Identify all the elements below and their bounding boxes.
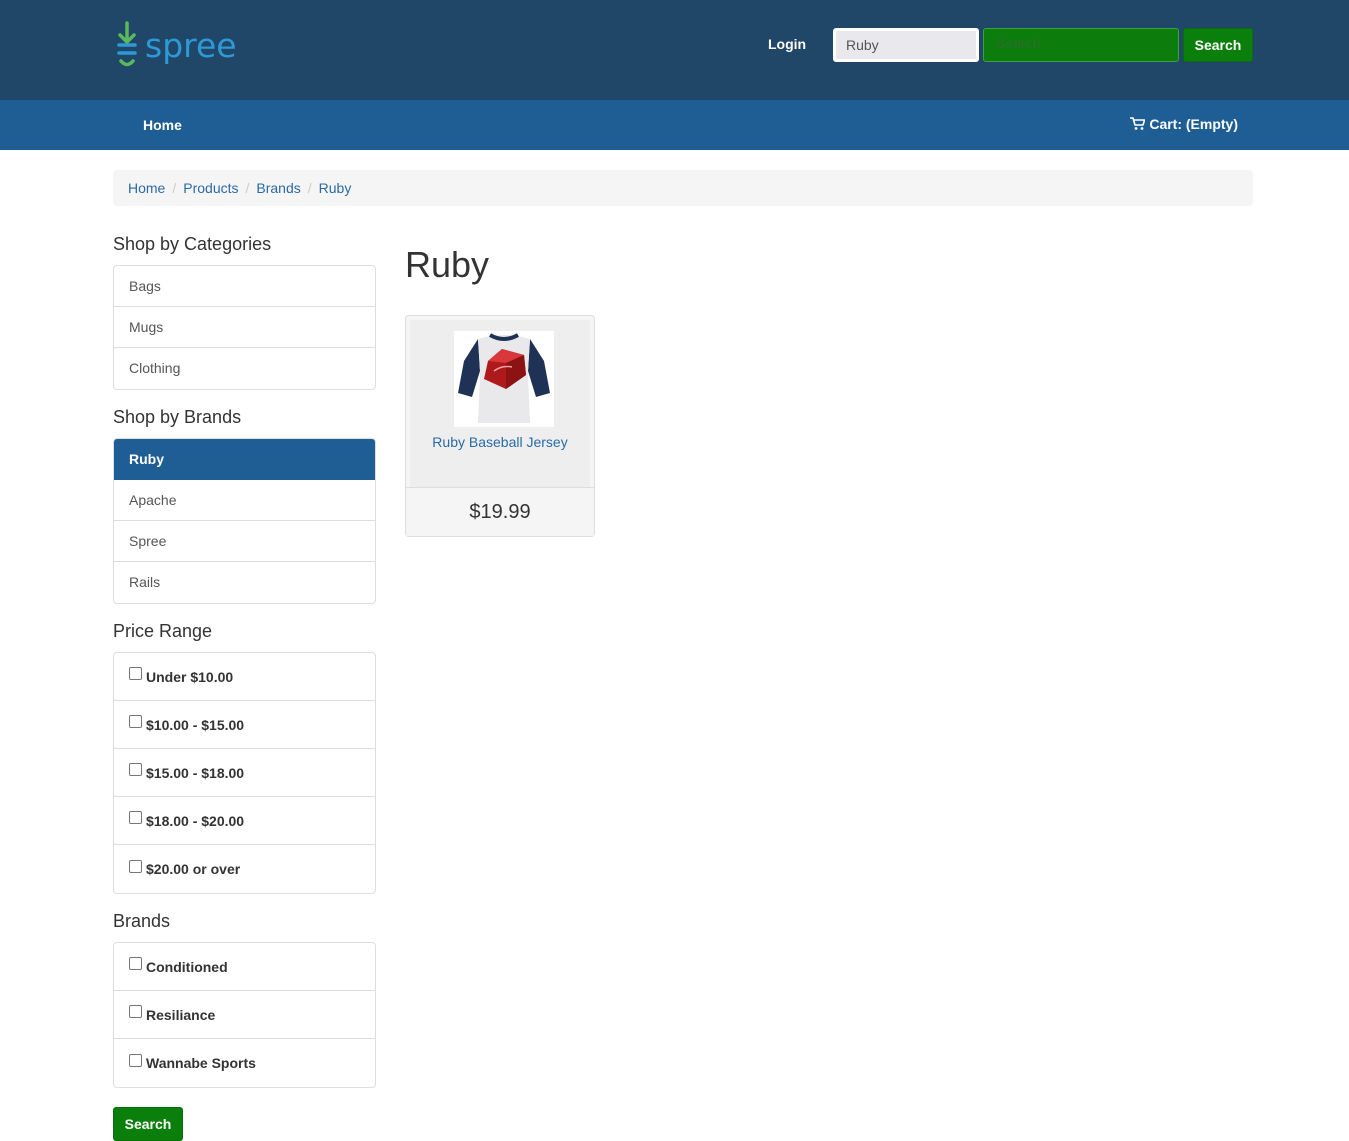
price-label: $10.00 - $15.00 — [146, 716, 245, 733]
price-filter-item[interactable]: Under $10.00 — [114, 653, 375, 701]
price-filter-item[interactable]: $10.00 - $15.00 — [114, 701, 375, 749]
brand-spree[interactable]: Spree — [114, 521, 375, 562]
breadcrumb-home[interactable]: Home — [128, 180, 165, 196]
cart-link[interactable]: Cart: (Empty) — [1130, 116, 1238, 132]
price-filter-item[interactable]: $18.00 - $20.00 — [114, 797, 375, 845]
price-checkbox[interactable] — [129, 811, 142, 824]
categories-list: Bags Mugs Clothing — [113, 265, 376, 390]
product-body: Ruby Baseball Jersey — [410, 320, 590, 487]
login-link[interactable]: Login — [768, 36, 806, 52]
filter-search-button[interactable]: Search — [113, 1107, 183, 1141]
search-input[interactable]: Search — [983, 28, 1179, 62]
spree-logo[interactable]: spree — [113, 20, 237, 70]
breadcrumb: Home / Products / Brands / Ruby — [113, 170, 1253, 206]
breadcrumb-separator: / — [172, 180, 177, 196]
breadcrumb-products[interactable]: Products — [183, 180, 238, 196]
cart-label: Cart: (Empty) — [1149, 116, 1238, 132]
categories-heading: Shop by Categories — [113, 234, 272, 254]
product-price: $19.99 — [406, 487, 594, 536]
product-name-link[interactable]: Ruby Baseball Jersey — [410, 434, 590, 450]
brand-filter-label: Wannabe Sports — [146, 1055, 256, 1071]
category-mugs[interactable]: Mugs — [114, 307, 375, 348]
brand-checkbox[interactable] — [129, 1005, 142, 1018]
header-search-button[interactable]: Search — [1183, 28, 1253, 62]
price-checkbox[interactable] — [129, 763, 142, 776]
product-card[interactable]: Ruby Baseball Jersey $19.99 — [405, 315, 595, 537]
category-bags[interactable]: Bags — [114, 266, 375, 307]
price-label: $15.00 - $18.00 — [146, 764, 245, 781]
brand-rails[interactable]: Rails — [114, 562, 375, 603]
price-range-list: Under $10.00 $10.00 - $15.00 $15.00 - $1… — [113, 652, 376, 894]
brands-heading: Shop by Brands — [113, 407, 242, 427]
top-header: spree Login Ruby Search Search — [0, 0, 1349, 100]
price-checkbox[interactable] — [129, 715, 142, 728]
page-title: Ruby — [405, 244, 490, 285]
taxon-select[interactable]: Ruby — [833, 28, 979, 62]
price-label: $18.00 - $20.00 — [146, 812, 245, 829]
brand-filter-item[interactable]: Resiliance — [114, 991, 375, 1039]
brand-filter-item[interactable]: Wannabe Sports — [114, 1039, 375, 1087]
breadcrumb-ruby[interactable]: Ruby — [319, 180, 352, 196]
brand-apache[interactable]: Apache — [114, 480, 375, 521]
product-image[interactable] — [454, 331, 554, 427]
nav-home-link[interactable]: Home — [143, 117, 182, 133]
category-clothing[interactable]: Clothing — [114, 348, 375, 389]
breadcrumb-separator: / — [307, 180, 312, 196]
price-filter-item[interactable]: $15.00 - $18.00 — [114, 749, 375, 797]
price-checkbox[interactable] — [129, 859, 142, 873]
brand-filter-item[interactable]: Conditioned — [114, 943, 375, 991]
brand-filter-label: Conditioned — [146, 958, 228, 975]
brand-filter-heading: Brands — [113, 911, 171, 931]
jersey-image — [458, 333, 550, 423]
price-range-heading: Price Range — [113, 621, 213, 641]
logo-text: spree — [145, 25, 237, 65]
brand-filter-label: Resiliance — [146, 1006, 216, 1023]
main-nav: Home Cart: (Empty) — [0, 100, 1349, 150]
price-filter-item[interactable]: $20.00 or over — [114, 845, 375, 893]
price-label: Under $10.00 — [146, 668, 234, 685]
price-label: $20.00 or over — [146, 861, 241, 877]
brand-checkbox[interactable] — [129, 957, 142, 970]
brand-checkbox[interactable] — [129, 1053, 142, 1067]
breadcrumb-brands[interactable]: Brands — [256, 180, 300, 196]
cart-icon — [1130, 117, 1146, 130]
brand-filter-list: Conditioned Resiliance Wannabe Sports — [113, 942, 376, 1088]
breadcrumb-separator: / — [245, 180, 250, 196]
price-checkbox[interactable] — [129, 667, 142, 680]
brands-list: Ruby Apache Spree Rails — [113, 438, 376, 604]
spree-logo-icon — [117, 21, 137, 67]
brand-ruby[interactable]: Ruby — [114, 439, 375, 480]
